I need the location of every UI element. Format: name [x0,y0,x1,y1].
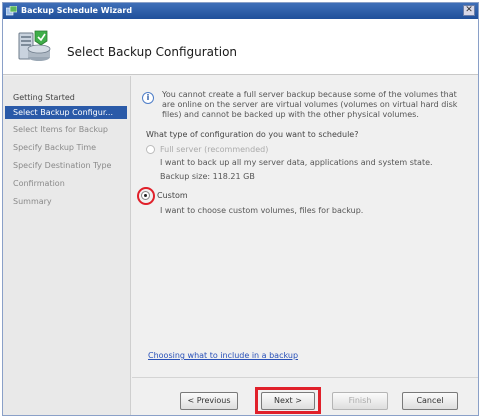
custom-label[interactable]: Custom [157,191,188,200]
wizard-header: Select Backup Configuration [3,19,478,75]
full-server-label: Full server (recommended) [160,145,269,154]
page-title: Select Backup Configuration [67,45,238,59]
help-link[interactable]: Choosing what to include in a backup [148,351,298,360]
wizard-footer: < Previous Next > Finish Cancel [132,377,478,415]
next-button[interactable]: Next > [261,392,315,410]
close-button[interactable]: ✕ [463,5,475,16]
configuration-question: What type of configuration do you want t… [146,130,359,139]
info-line: are online on the server are virtual vol… [162,100,458,109]
title-bar[interactable]: Backup Schedule Wizard ✕ [3,3,478,19]
wizard-steps-nav: Getting Started Select Backup Configur..… [3,76,131,415]
info-line: You cannot create a full server backup b… [162,90,457,99]
nav-step-select-items: Select Items for Backup [13,125,109,134]
info-line: files) and cannot be backed up with the … [162,110,419,119]
backup-server-icon [18,30,51,61]
custom-description: I want to choose custom volumes, files f… [160,206,364,215]
info-icon: i [142,92,154,104]
close-icon: ✕ [465,5,473,15]
nav-step-getting-started[interactable]: Getting Started [5,91,127,104]
nav-step-select-backup-configuration[interactable]: Select Backup Configur... [5,106,127,119]
nav-step-backup-time: Specify Backup Time [13,143,97,152]
nav-step-summary: Summary [13,197,52,206]
full-server-radio[interactable] [146,145,155,154]
wizard-content: i You cannot create a full server backup… [132,76,478,376]
wizard-app-icon [6,6,17,16]
custom-radio[interactable] [141,191,150,200]
window-title: Backup Schedule Wizard [21,6,133,15]
nav-step-confirmation: Confirmation [13,179,65,188]
backup-size: Backup size: 118.21 GB [160,172,255,181]
full-server-description: I want to back up all my server data, ap… [160,158,433,167]
nav-step-destination-type: Specify Destination Type [13,161,112,170]
previous-button[interactable]: < Previous [180,392,238,410]
info-message: You cannot create a full server backup b… [162,90,462,120]
cancel-button[interactable]: Cancel [402,392,458,410]
wizard-window: Backup Schedule Wizard ✕ Select Backup C… [2,2,479,416]
finish-button: Finish [332,392,388,410]
